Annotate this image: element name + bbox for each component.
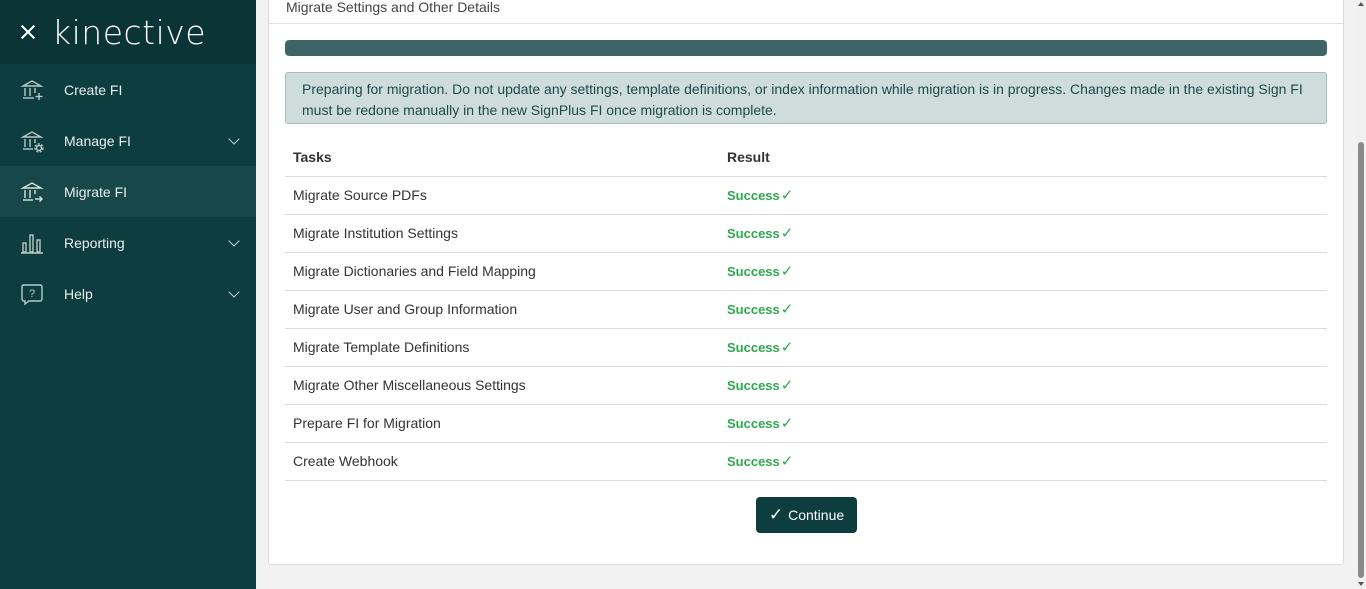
table-row: Migrate Other Miscellaneous Settings Suc…	[285, 366, 1327, 405]
success-label: Success	[727, 226, 780, 241]
task-name: Prepare FI for Migration	[285, 404, 719, 443]
brand-bar: kinective	[0, 0, 256, 64]
table-row: Migrate Institution Settings Success✓	[285, 214, 1327, 253]
check-icon: ✓	[780, 377, 794, 394]
task-result: Success✓	[719, 290, 1327, 329]
sidebar-item-label: Manage FI	[64, 132, 131, 149]
check-icon: ✓	[780, 263, 794, 280]
success-label: Success	[727, 302, 780, 317]
sidebar: kinective Create FI Manage FI Migrate FI	[0, 0, 256, 589]
bank-plus-icon	[20, 78, 44, 102]
task-name: Migrate User and Group Information	[285, 290, 719, 329]
chevron-down-icon	[228, 235, 240, 247]
check-icon: ✓	[780, 415, 794, 432]
check-icon: ✓	[780, 453, 794, 470]
sidebar-item-reporting[interactable]: Reporting	[0, 217, 256, 268]
task-name: Migrate Institution Settings	[285, 214, 719, 253]
task-result: Success✓	[719, 214, 1327, 253]
table-row: Migrate Template Definitions Success✓	[285, 328, 1327, 367]
table-row: Migrate User and Group Information Succe…	[285, 290, 1327, 329]
scrollbar-thumb[interactable]	[1358, 142, 1364, 578]
tasks-table: Tasks Result Migrate Source PDFs Success…	[285, 138, 1327, 481]
task-result: Success✓	[719, 442, 1327, 481]
table-row: Migrate Dictionaries and Field Mapping S…	[285, 252, 1327, 291]
check-icon: ✓	[768, 505, 784, 524]
chevron-down-icon	[228, 133, 240, 145]
table-row: Prepare FI for Migration Success✓	[285, 404, 1327, 443]
task-result: Success✓	[719, 252, 1327, 291]
task-name: Migrate Other Miscellaneous Settings	[285, 366, 719, 405]
migration-alert: Preparing for migration. Do not update a…	[285, 72, 1327, 124]
migration-progress-bar	[285, 40, 1327, 56]
continue-button[interactable]: ✓ Continue	[756, 497, 857, 533]
table-row: Create Webhook Success✓	[285, 442, 1327, 481]
sidebar-item-label: Migrate FI	[64, 183, 128, 200]
sidebar-item-create-fi[interactable]: Create FI	[0, 64, 256, 115]
task-result: Success✓	[719, 176, 1327, 215]
kinective-logo: kinective	[52, 12, 207, 52]
close-icon[interactable]	[18, 22, 38, 42]
scroll-down-arrow-icon[interactable]	[1358, 582, 1364, 586]
page-title: Migrate Settings and Other Details	[286, 0, 500, 15]
success-label: Success	[727, 454, 780, 469]
task-name: Migrate Source PDFs	[285, 176, 719, 215]
bar-chart-icon	[20, 231, 44, 255]
progress-fill	[285, 40, 1327, 56]
task-result: Success✓	[719, 328, 1327, 367]
page-scrollbar[interactable]	[1356, 0, 1366, 589]
check-icon: ✓	[780, 225, 794, 242]
table-row: Migrate Source PDFs Success✓	[285, 176, 1327, 215]
migration-panel: Migrate Settings and Other Details Prepa…	[268, 0, 1344, 565]
task-result: Success✓	[719, 404, 1327, 443]
success-label: Success	[727, 340, 780, 355]
chevron-down-icon	[228, 286, 240, 298]
success-label: Success	[727, 188, 780, 203]
task-name: Migrate Template Definitions	[285, 328, 719, 367]
bank-gear-icon	[20, 129, 44, 153]
panel-header: Migrate Settings and Other Details	[269, 0, 1343, 24]
column-header-result: Result	[719, 138, 1327, 177]
svg-text:?: ?	[29, 288, 35, 300]
check-icon: ✓	[780, 187, 794, 204]
sidebar-item-label: Create FI	[64, 81, 123, 98]
continue-label: Continue	[788, 507, 845, 523]
task-result: Success✓	[719, 366, 1327, 405]
sidebar-item-manage-fi[interactable]: Manage FI	[0, 115, 256, 166]
task-name: Create Webhook	[285, 442, 719, 481]
column-header-tasks: Tasks	[285, 138, 719, 177]
sidebar-item-label: Help	[64, 285, 93, 302]
success-label: Success	[727, 264, 780, 279]
bank-arrow-icon	[20, 180, 44, 204]
check-icon: ✓	[780, 339, 794, 356]
check-icon: ✓	[780, 301, 794, 318]
sidebar-item-label: Reporting	[64, 234, 125, 251]
scroll-up-arrow-icon[interactable]	[1358, 2, 1364, 6]
sidebar-item-migrate-fi[interactable]: Migrate FI	[0, 166, 256, 217]
success-label: Success	[727, 378, 780, 393]
help-bubble-icon: ?	[20, 282, 44, 306]
sidebar-item-help[interactable]: ? Help	[0, 268, 256, 319]
table-header-row: Tasks Result	[285, 138, 1327, 177]
success-label: Success	[727, 416, 780, 431]
task-name: Migrate Dictionaries and Field Mapping	[285, 252, 719, 291]
